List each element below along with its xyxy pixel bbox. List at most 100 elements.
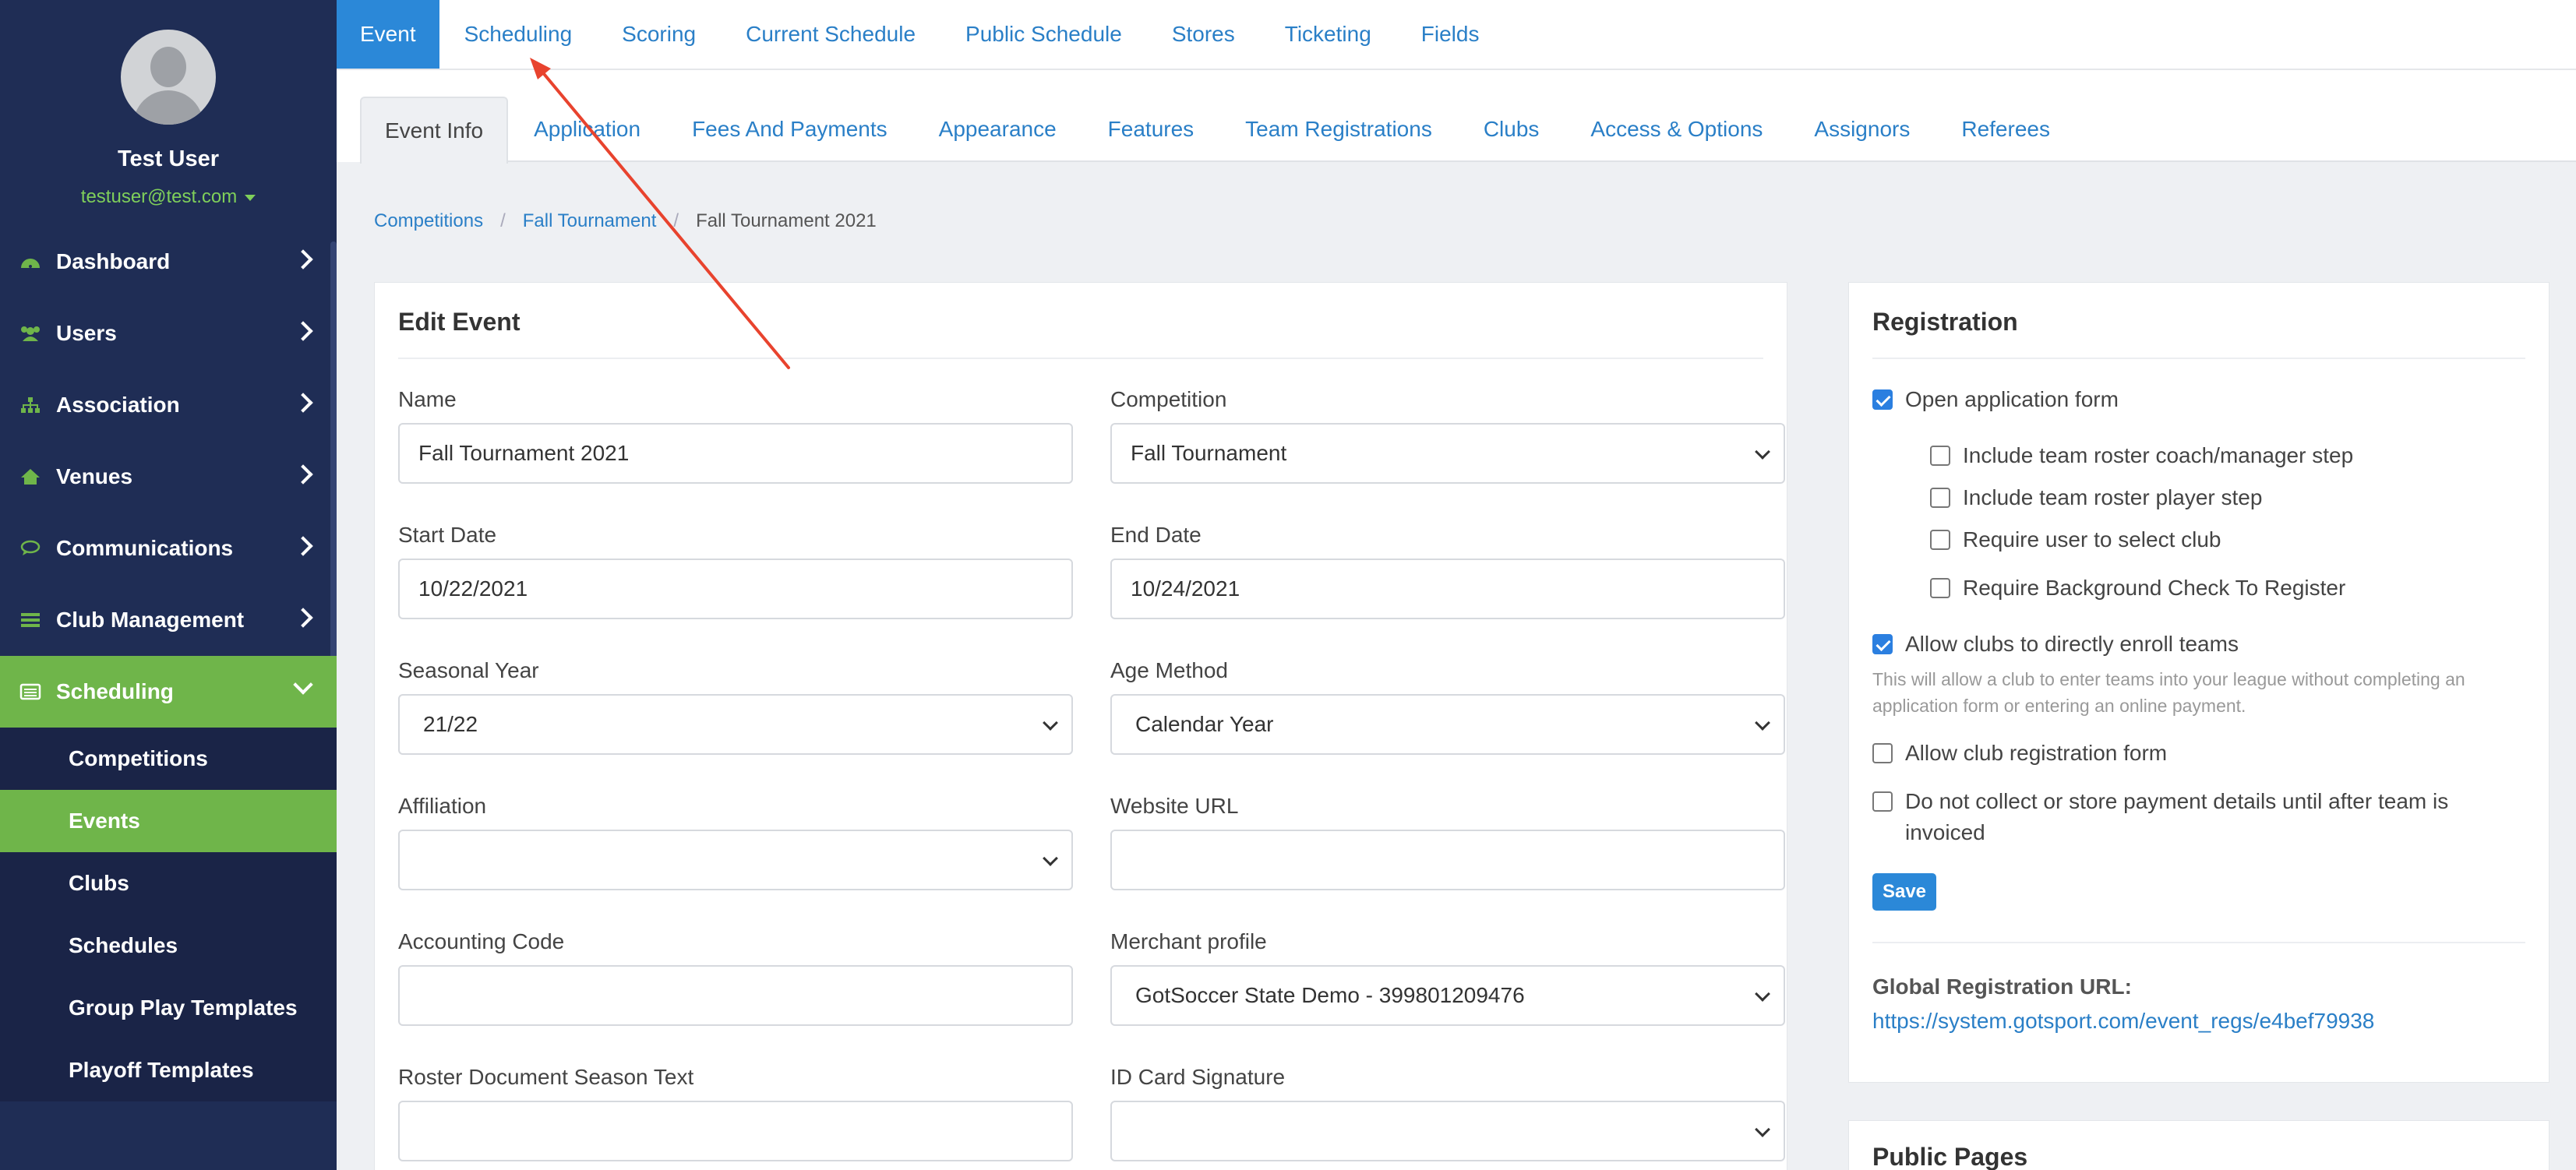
subtab-application[interactable]: Application [508,97,666,162]
competition-label: Competition [1110,387,1227,411]
submenu-item-events[interactable]: Events [0,790,337,852]
allow-enroll-help: This will allow a club to enter teams in… [1872,669,2465,716]
allow-enroll-checkbox-row[interactable]: Allow clubs to directly enroll teams [1872,629,2239,660]
sidebar-item-dashboard[interactable]: Dashboard [0,226,337,298]
open-form-checkbox[interactable] [1872,389,1893,410]
no-payment-checkbox-row[interactable]: Do not collect or store payment details … [1872,786,2496,848]
age-method-select[interactable]: Calendar Year [1110,694,1785,755]
caret-down-icon [245,194,256,201]
include-coach-checkbox-row[interactable]: Include team roster coach/manager step [1930,440,2353,471]
registration-url-label: Global Registration URL: [1872,974,2132,999]
include-player-checkbox-row[interactable]: Include team roster player step [1930,482,2262,513]
start-date-input[interactable]: 10/22/2021 [398,559,1073,619]
tab-ticketing[interactable]: Ticketing [1260,0,1396,69]
tab-scheduling[interactable]: Scheduling [439,0,598,69]
list-icon [17,609,44,631]
tab-stores[interactable]: Stores [1147,0,1260,69]
website-url-input[interactable] [1110,830,1785,890]
subtab-features[interactable]: Features [1082,97,1220,162]
sidebar-item-users[interactable]: Users [0,298,337,369]
chevron-right-icon [293,393,313,413]
require-bg-checkbox-row[interactable]: Require Background Check To Register [1930,573,2345,604]
subtab-assignors[interactable]: Assignors [1788,97,1936,162]
end-date-input[interactable]: 10/24/2021 [1110,559,1785,619]
require-bg-checkbox[interactable] [1930,578,1950,598]
sidebar-item-label: Venues [56,464,133,488]
sidebar-item-club-management[interactable]: Club Management [0,584,337,656]
roster-text-input[interactable] [398,1101,1073,1161]
user-name: Test User [117,146,220,171]
affiliation-select[interactable] [398,830,1073,890]
sidebar-item-label: Users [56,321,117,345]
sidebar-item-communications[interactable]: Communications [0,513,337,584]
chevron-down-icon [1755,715,1770,731]
breadcrumb: Competitions / Fall Tournament / Fall To… [374,210,877,232]
seasonal-year-select[interactable]: 21/22 [398,694,1073,755]
sitemap-icon [17,394,44,416]
dashboard-icon [17,251,44,273]
user-profile: Test User testuser@test.com [0,0,337,226]
breadcrumb-current: Fall Tournament 2021 [696,210,877,231]
tab-public-schedule[interactable]: Public Schedule [940,0,1147,69]
submenu-item-schedules[interactable]: Schedules [0,915,337,977]
submenu-item-group-play-templates[interactable]: Group Play Templates [0,977,337,1039]
subtab-team-registrations[interactable]: Team Registrations [1219,97,1458,162]
allow-enroll-checkbox[interactable] [1872,634,1893,654]
sidebar-item-scheduling[interactable]: Scheduling [0,656,337,728]
users-icon [17,322,44,344]
subtab-referees[interactable]: Referees [1936,97,2076,162]
allow-club-form-checkbox-row[interactable]: Allow club registration form [1872,738,2167,769]
registration-url-link[interactable]: https://system.gotsport.com/event_regs/e… [1872,1009,2374,1034]
sidebar-item-association[interactable]: Association [0,369,337,441]
start-date-label: Start Date [398,523,497,547]
subtab-event-info[interactable]: Event Info [360,97,509,164]
tab-event[interactable]: Event [337,0,439,69]
sidebar-item-label: Scheduling [56,679,174,703]
subtab-access-options[interactable]: Access & Options [1565,97,1788,162]
include-player-checkbox[interactable] [1930,488,1950,508]
scheduling-submenu: Competitions Events Clubs Schedules Grou… [0,728,337,1101]
merchant-profile-select[interactable]: GotSoccer State Demo - 399801209476 [1110,965,1785,1026]
calendar-list-icon [17,681,44,703]
tab-current-schedule[interactable]: Current Schedule [721,0,940,69]
id-card-signature-select[interactable] [1110,1101,1785,1161]
require-club-checkbox-row[interactable]: Require user to select club [1930,524,2221,555]
user-email-dropdown[interactable]: testuser@test.com [0,186,337,208]
end-date-label: End Date [1110,523,1202,547]
user-email: testuser@test.com [80,186,238,207]
require-club-checkbox[interactable] [1930,530,1950,550]
submenu-item-competitions[interactable]: Competitions [0,728,337,790]
chevron-down-icon [1043,715,1058,731]
merchant-profile-label: Merchant profile [1110,929,1267,953]
submenu-item-playoff-templates[interactable]: Playoff Templates [0,1039,337,1101]
allow-club-form-checkbox[interactable] [1872,743,1893,763]
age-method-label: Age Method [1110,658,1228,682]
affiliation-label: Affiliation [398,794,487,818]
sidebar-item-venues[interactable]: Venues [0,441,337,513]
chevron-down-icon [1755,444,1770,460]
avatar[interactable] [121,30,216,125]
save-button[interactable]: Save [1872,873,1936,911]
chevron-right-icon [293,249,313,270]
competition-select[interactable]: Fall Tournament [1110,423,1785,484]
breadcrumb-competitions[interactable]: Competitions [374,210,483,232]
top-nav: Event Scheduling Scoring Current Schedul… [337,0,2576,70]
chat-icon [17,537,44,559]
chevron-right-icon [293,464,313,485]
submenu-item-clubs[interactable]: Clubs [0,852,337,915]
subtab-clubs[interactable]: Clubs [1458,97,1565,162]
subtab-fees-and-payments[interactable]: Fees And Payments [666,97,913,162]
accounting-code-input[interactable] [398,965,1073,1026]
tab-fields[interactable]: Fields [1396,0,1505,69]
open-form-checkbox-row[interactable]: Open application form [1872,384,2119,415]
panel-title: Edit Event [398,308,520,336]
no-payment-checkbox[interactable] [1872,791,1893,812]
breadcrumb-fall-tournament[interactable]: Fall Tournament [523,210,657,232]
name-input[interactable]: Fall Tournament 2021 [398,423,1073,484]
panel-title: Registration [1872,308,2018,336]
include-coach-checkbox[interactable] [1930,446,1950,466]
tab-scoring[interactable]: Scoring [597,0,721,69]
name-label: Name [398,387,457,411]
chevron-down-icon [293,675,313,695]
subtab-appearance[interactable]: Appearance [913,97,1082,162]
